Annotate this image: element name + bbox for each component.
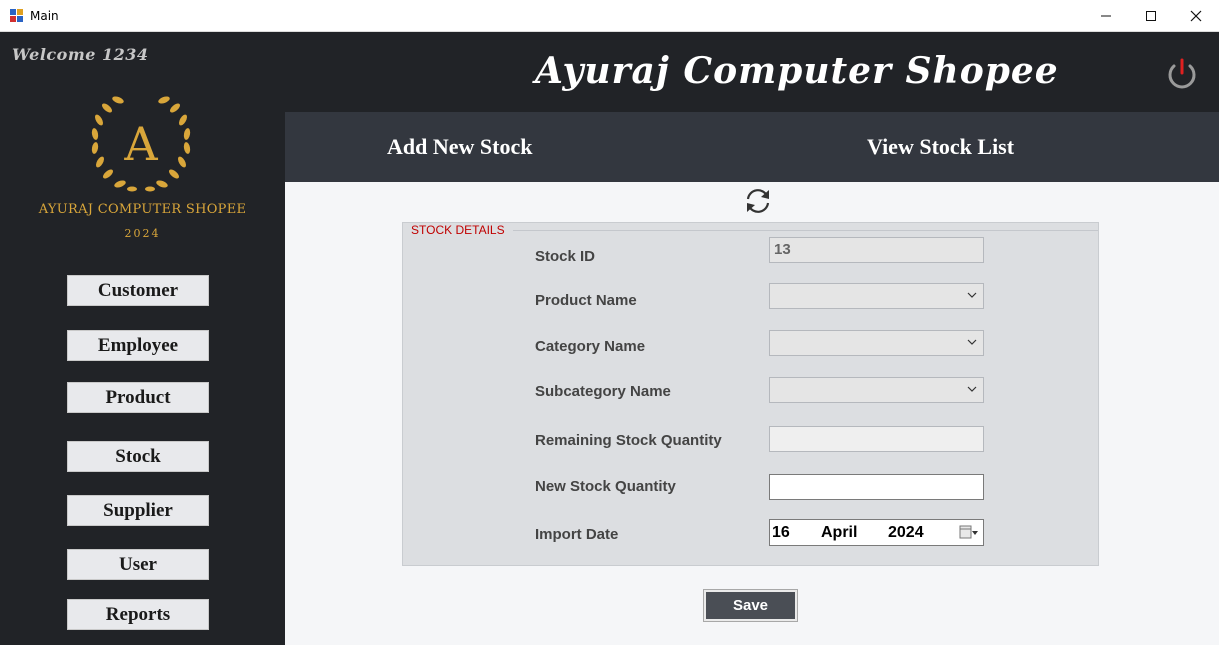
chevron-down-icon [967,386,977,392]
date-year: 2024 [888,524,924,541]
stock-id-label: Stock ID [535,248,596,265]
stock-details-legend: STOCK DETAILS [411,223,508,237]
new-qty-label: New Stock Quantity [535,478,676,495]
import-date-picker[interactable]: 16 April 2024 [769,519,984,546]
date-day: 16 [772,524,790,541]
shop-logo: A [91,96,191,192]
nav-stock-button[interactable]: Stock [67,441,209,472]
chevron-down-icon [967,339,977,345]
nav-supplier-button[interactable]: Supplier [67,495,209,526]
logo-letter: A [123,117,158,171]
nav-customer-button[interactable]: Customer [67,275,209,306]
date-month: April [821,524,858,541]
close-icon [1190,10,1202,22]
chevron-down-icon [967,292,977,298]
remaining-qty-field [769,426,984,452]
new-qty-input[interactable] [769,474,984,500]
refresh-icon[interactable] [742,186,774,216]
remaining-qty-label: Remaining Stock Quantity [535,432,722,449]
maximize-icon [1146,11,1156,21]
product-name-combo[interactable] [769,283,984,309]
main-content: STOCK DETAILS Stock ID 13 Product Name C… [285,182,1219,645]
brand-name: AYURAJ COMPUTER SHOPEE [38,202,247,217]
nav-product-button[interactable]: Product [67,382,209,413]
nav-employee-button[interactable]: Employee [67,330,209,361]
minimize-button[interactable] [1083,0,1129,32]
subcategory-name-combo[interactable] [769,377,984,403]
welcome-text: Welcome 1234 [12,45,149,64]
header: Ayuraj Computer Shopee [285,32,1219,112]
product-name-label: Product Name [535,292,637,309]
stock-details-group: STOCK DETAILS Stock ID 13 Product Name C… [402,222,1099,566]
app-icon [10,9,24,23]
stock-id-field: 13 [769,237,984,263]
category-name-label: Category Name [535,338,646,355]
tab-add-new-stock[interactable]: Add New Stock [387,112,532,182]
category-name-combo[interactable] [769,330,984,356]
group-border-line [513,230,1098,231]
maximize-button[interactable] [1128,0,1174,32]
sidebar: Welcome 1234 A AYURAJ COMPUTER SHOPEE 20… [0,32,285,645]
save-button-frame: Save [703,589,798,622]
import-date-label: Import Date [535,526,619,543]
window-titlebar: Main [0,0,1219,32]
subcategory-name-label: Subcategory Name [535,383,671,400]
nav-user-button[interactable]: User [67,549,209,580]
power-icon[interactable] [1165,57,1199,91]
tab-view-stock-list[interactable]: View Stock List [867,112,1014,182]
shop-title: Ayuraj Computer Shopee [535,50,1059,92]
minimize-icon [1101,15,1111,17]
brand-year: 2024 [124,227,161,240]
save-button[interactable]: Save [706,592,795,619]
close-button[interactable] [1173,0,1219,32]
stock-tabbar: Add New Stock View Stock List [285,112,1219,182]
calendar-dropdown-icon[interactable] [959,524,979,541]
nav-reports-button[interactable]: Reports [67,599,209,630]
window-title: Main [30,9,59,23]
